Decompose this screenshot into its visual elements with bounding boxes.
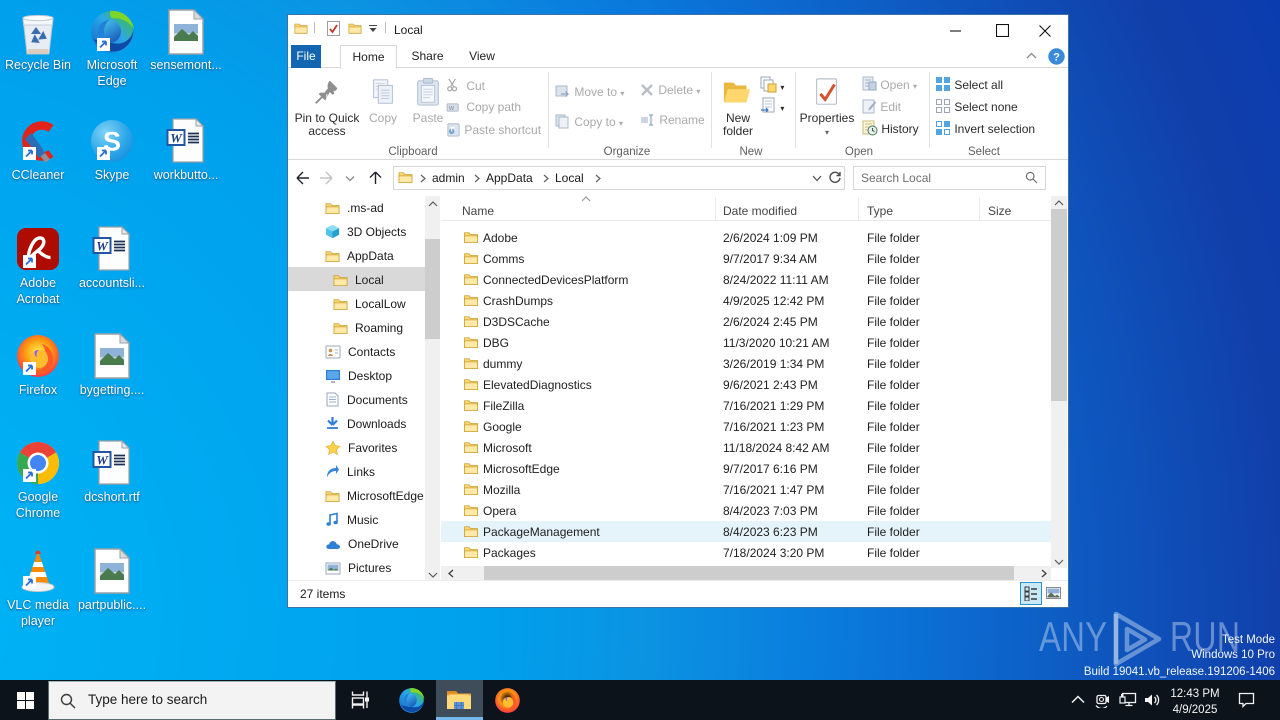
svg-text:?: ?	[1053, 52, 1060, 64]
svg-text:W: W	[170, 130, 183, 145]
svg-text:W: W	[449, 106, 455, 112]
svg-text:W: W	[96, 452, 109, 467]
svg-text:W: W	[96, 238, 109, 253]
